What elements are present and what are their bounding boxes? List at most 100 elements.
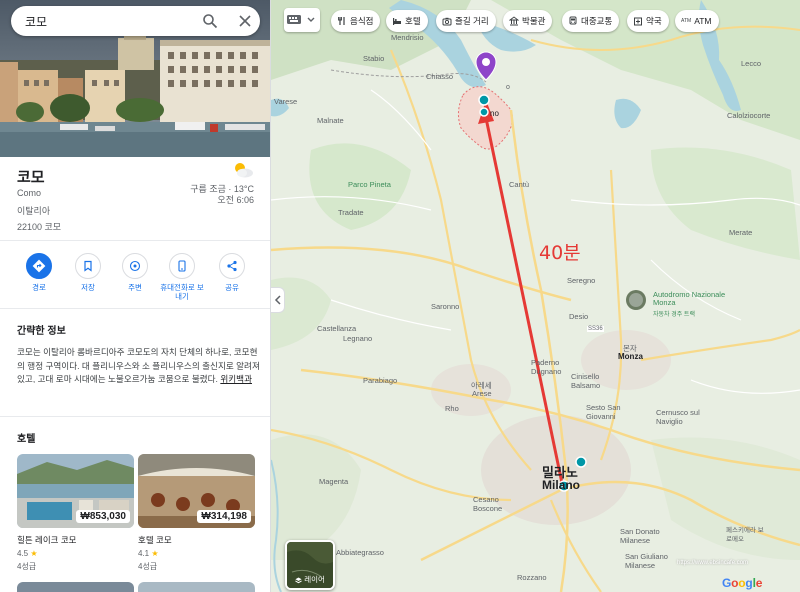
- chip-label: 즐길 거리: [455, 16, 489, 26]
- map-label: San Giuliano Milanese: [625, 552, 668, 570]
- directions-label: 경로: [32, 283, 46, 292]
- transit-icon: [569, 16, 577, 25]
- layers-button[interactable]: 레이어: [285, 540, 335, 590]
- map-label: Lecco: [741, 59, 762, 68]
- travel-time-annotation: 40분: [539, 242, 581, 264]
- hotel-price: ₩853,030: [76, 510, 130, 523]
- star-icon: ★: [151, 549, 159, 558]
- divider: [0, 240, 270, 241]
- wikipedia-link[interactable]: 위키백과: [220, 374, 252, 384]
- hotel-rating-value: 4.1: [138, 549, 150, 558]
- hotel-name: 호텔 코모: [138, 535, 172, 545]
- map-label: Stabio: [363, 54, 385, 63]
- watermark-text: https://www.ebsincafe.com: [677, 560, 749, 566]
- map-label: 자동차 경주 트랙: [653, 312, 695, 318]
- send-to-phone-label: 휴대전화로 보내기: [160, 283, 204, 301]
- chip-label: 약국: [646, 16, 662, 26]
- museum-icon: [509, 16, 519, 26]
- search-icon[interactable]: [202, 13, 218, 29]
- hotel-photo: ₩853,030: [17, 454, 134, 528]
- share-label: 공유: [225, 283, 239, 292]
- chip-things-to-do[interactable]: 즐길 거리: [436, 10, 496, 32]
- hotel-card-partial[interactable]: [17, 582, 134, 592]
- hotel-card-partial[interactable]: [138, 582, 255, 592]
- place-panel: 코모 Como 이탈리아 22100 코모 구름 조금 · 13°C 오전 6:…: [0, 0, 271, 592]
- map-label: Mendrisio: [391, 33, 424, 42]
- map-label: Desio: [569, 312, 589, 321]
- place-postal-code: 22100 코모: [17, 222, 62, 232]
- map-canvas[interactable]: Mendrisio Stabio Varese Chiasso Malnate …: [271, 0, 800, 592]
- map-label: Cesano Boscone: [473, 495, 503, 513]
- nearby-icon: [129, 260, 141, 272]
- hotel-card[interactable]: ₩853,030 힐튼 레이크 코모 4.5 ★ 4성급: [17, 454, 134, 572]
- map-label: Arese: [472, 389, 492, 398]
- map-label: SS36: [587, 326, 604, 332]
- map-label: Chiasso: [426, 72, 454, 81]
- share-button[interactable]: 공유: [210, 253, 254, 292]
- overview-heading: 간략한 정보: [17, 326, 66, 337]
- close-icon[interactable]: [237, 13, 253, 29]
- map-label: Cinisello Balsamo: [571, 372, 601, 390]
- place-country: 이탈리아: [17, 206, 51, 216]
- hotel-rating: 4.1 ★: [138, 549, 255, 558]
- chip-label: ATM: [694, 16, 712, 26]
- map-label: Legnano: [343, 334, 373, 343]
- hotel-rating: 4.5 ★: [17, 549, 134, 558]
- hotel-price: ₩314,198: [197, 510, 251, 523]
- google-logo: Google: [722, 576, 763, 590]
- chevron-left-icon: [274, 295, 281, 305]
- hotels-heading: 호텔: [17, 434, 36, 445]
- map-label: Autodromo Nazionale Monza: [653, 291, 733, 307]
- bookmark-icon: [84, 260, 92, 272]
- search-input[interactable]: [25, 6, 195, 36]
- search-box[interactable]: [11, 6, 260, 36]
- chip-label: 대중교통: [581, 16, 613, 26]
- divider: [0, 308, 270, 309]
- hotel-name: 힐튼 레이크 코모: [17, 535, 77, 545]
- map-label: Paderno Dugnano: [531, 358, 562, 376]
- map-label: Abbiategrasso: [336, 548, 384, 557]
- layers-label: 레이어: [287, 574, 333, 585]
- directions-icon: [32, 259, 46, 273]
- collapse-panel-button[interactable]: [271, 287, 285, 313]
- camera-icon: [442, 17, 452, 26]
- place-subtitle: Como: [17, 188, 42, 198]
- chip-restaurants[interactable]: 음식점: [331, 10, 381, 32]
- keyboard-shortcuts-button[interactable]: [284, 8, 320, 32]
- map-label: Cantù: [509, 180, 530, 189]
- map-label: Tradate: [338, 208, 364, 217]
- map-label: Monza: [618, 352, 643, 361]
- map-label: Calolziocorte: [727, 111, 771, 120]
- send-to-phone-button[interactable]: 휴대전화로 보내기: [160, 253, 204, 301]
- map-label-milano: Milano: [542, 478, 580, 492]
- map-label: Seregno: [567, 276, 596, 285]
- map-label: Rozzano: [517, 573, 547, 582]
- share-icon: [227, 260, 237, 272]
- save-label: 저장: [81, 283, 95, 292]
- map-label: San Donato Milanese: [620, 527, 660, 545]
- map-label: Saronno: [431, 302, 460, 311]
- map-label: Cernusco sul Naviglio: [656, 408, 700, 426]
- weather-time: 오전 6:06: [217, 195, 254, 205]
- chip-atm[interactable]: ATM ATM: [675, 10, 719, 32]
- map-label: Castellanza: [317, 324, 357, 333]
- chip-hotels[interactable]: 호텔: [386, 10, 428, 32]
- hotel-icon: [393, 18, 401, 25]
- nearby-button[interactable]: 주변: [113, 253, 157, 292]
- layers-text: 레이어: [304, 575, 325, 584]
- directions-button[interactable]: 경로: [17, 253, 61, 292]
- partly-cloudy-icon: [235, 163, 253, 178]
- map-label-autodromo: Autodromo Nazionale Monza: [653, 290, 726, 307]
- divider: [0, 416, 270, 417]
- map-label: Rho: [445, 404, 459, 413]
- chip-label: 음식점: [350, 16, 374, 26]
- hotel-card[interactable]: ₩314,198 호텔 코모 4.1 ★ 4성급: [138, 454, 255, 572]
- save-button[interactable]: 저장: [66, 253, 110, 292]
- chip-label: 박물관: [522, 16, 546, 26]
- map-label: Merate: [729, 228, 753, 237]
- chip-pharmacy[interactable]: 약국: [627, 10, 669, 32]
- restaurant-icon: [338, 17, 345, 25]
- chip-transit[interactable]: 대중교통: [562, 10, 620, 32]
- map-label: Parabiago: [363, 376, 398, 385]
- chip-museums[interactable]: 박물관: [503, 10, 553, 32]
